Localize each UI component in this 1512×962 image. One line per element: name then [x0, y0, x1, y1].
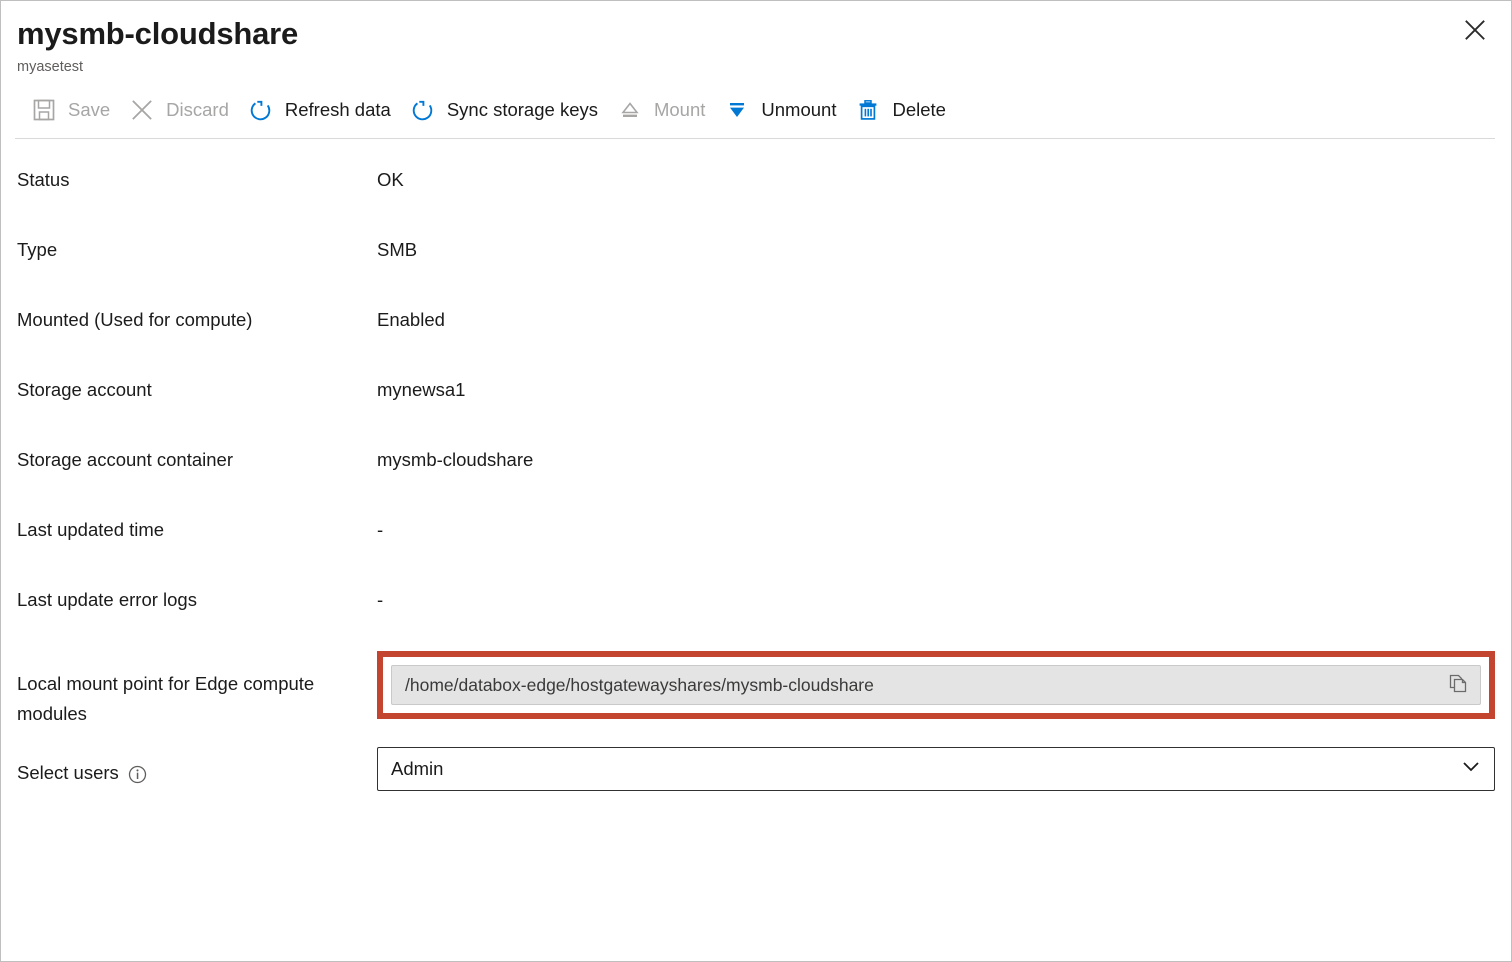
command-bar: Save Discard Refresh data — [1, 85, 1511, 135]
property-row-mounted: Mounted (Used for compute) Enabled — [17, 301, 1495, 371]
property-label: Storage account — [17, 371, 377, 405]
info-icon[interactable] — [128, 763, 147, 793]
property-value-storage-account-container: mysmb-cloudshare — [377, 441, 1495, 475]
property-row-last-updated-time: Last updated time - — [17, 511, 1495, 581]
unmount-button-label: Unmount — [761, 99, 836, 121]
discard-button[interactable]: Discard — [121, 89, 240, 131]
property-value-last-update-error-logs: - — [377, 581, 1495, 615]
property-value-mounted: Enabled — [377, 301, 1495, 335]
property-label: Mounted (Used for compute) — [17, 301, 377, 335]
share-details-blade: mysmb-cloudshare myasetest Save — [0, 0, 1512, 962]
close-icon — [1464, 19, 1486, 44]
mount-button-label: Mount — [654, 99, 705, 121]
select-users-value: Admin — [391, 757, 443, 781]
property-row-local-mount-point: Local mount point for Edge compute modul… — [17, 651, 1495, 747]
mount-icon — [615, 95, 645, 125]
property-label: Local mount point for Edge compute modul… — [17, 651, 377, 729]
unmount-button[interactable]: Unmount — [716, 89, 847, 131]
local-mount-point-field[interactable]: /home/databox-edge/hostgatewayshares/mys… — [391, 665, 1481, 705]
unmount-icon — [722, 95, 752, 125]
property-row-storage-account-container: Storage account container mysmb-cloudsha… — [17, 441, 1495, 511]
discard-button-label: Discard — [166, 99, 229, 121]
property-label: Select users — [17, 747, 377, 793]
property-row-type: Type SMB — [17, 231, 1495, 301]
property-label: Last updated time — [17, 511, 377, 545]
copy-icon — [1447, 673, 1469, 698]
property-grid: Status OK Type SMB Mounted (Used for com… — [1, 139, 1511, 811]
property-label: Storage account container — [17, 441, 377, 475]
property-row-storage-account: Storage account mynewsa1 — [17, 371, 1495, 441]
highlight-annotation-box: /home/databox-edge/hostgatewayshares/mys… — [377, 651, 1495, 719]
select-users-control: Admin — [377, 747, 1495, 791]
sync-storage-keys-button[interactable]: Sync storage keys — [402, 89, 609, 131]
property-row-select-users: Select users Admin — [17, 747, 1495, 811]
property-row-status: Status OK — [17, 161, 1495, 231]
copy-icon-button[interactable] — [1445, 672, 1471, 698]
delete-icon — [853, 95, 883, 125]
sync-storage-keys-button-label: Sync storage keys — [447, 99, 598, 121]
delete-button-label: Delete — [892, 99, 945, 121]
refresh-icon — [246, 95, 276, 125]
refresh-data-button-label: Refresh data — [285, 99, 391, 121]
select-users-dropdown[interactable]: Admin — [377, 747, 1495, 791]
mount-button[interactable]: Mount — [609, 89, 716, 131]
property-label: Status — [17, 161, 377, 195]
property-label: Last update error logs — [17, 581, 377, 615]
local-mount-point-label: Local mount point for Edge compute modul… — [17, 669, 317, 729]
page-subtitle: myasetest — [17, 57, 1511, 77]
property-value-storage-account: mynewsa1 — [377, 371, 1495, 405]
save-button-label: Save — [68, 99, 110, 121]
sync-icon — [408, 95, 438, 125]
delete-button[interactable]: Delete — [847, 89, 956, 131]
property-value-last-updated-time: - — [377, 511, 1495, 545]
local-mount-point-value: /home/databox-edge/hostgatewayshares/mys… — [405, 674, 874, 696]
select-users-label: Select users — [17, 758, 119, 788]
property-label: Type — [17, 231, 377, 265]
property-value-type: SMB — [377, 231, 1495, 265]
save-button[interactable]: Save — [23, 89, 121, 131]
blade-header: mysmb-cloudshare myasetest — [1, 1, 1511, 77]
property-row-last-update-error-logs: Last update error logs - — [17, 581, 1495, 651]
discard-icon — [127, 95, 157, 125]
save-icon — [29, 95, 59, 125]
page-title: mysmb-cloudshare — [17, 15, 1511, 53]
property-value-status: OK — [377, 161, 1495, 195]
close-button[interactable] — [1453, 9, 1497, 53]
refresh-data-button[interactable]: Refresh data — [240, 89, 402, 131]
